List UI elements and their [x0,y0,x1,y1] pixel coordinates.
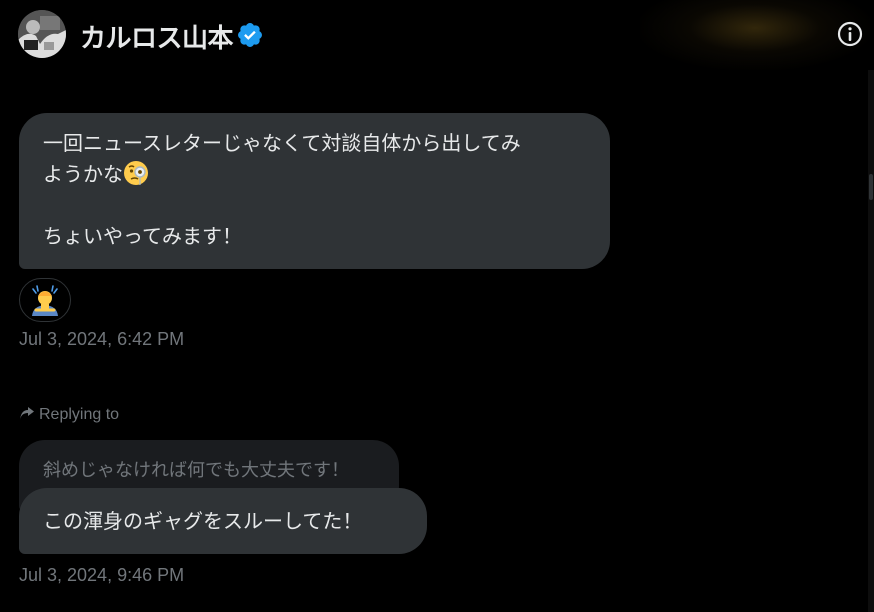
replying-to-text: Replying to [39,406,120,423]
quoted-message-text: 斜めじゃなければ何でも大丈夫です！ [43,460,349,481]
message-text: この渾身のギャグをスルーしてた！ [43,509,363,533]
scrollbar-track[interactable] [868,70,874,612]
verified-badge-icon [238,23,262,47]
message-text-line: ようかな [43,159,586,190]
reply-arrow-icon [20,407,34,420]
avatar[interactable] [18,10,66,58]
conversation-header: カルロス山本 [0,0,874,70]
message-bubble[interactable]: 一回ニュースレターじゃなくて対談自体から出してみ ようかな ちょいやってみます！ [19,113,610,269]
info-icon[interactable] [836,20,864,48]
message-text-line: ちょいやってみます！ [43,224,242,248]
replying-to-label: Replying to [19,406,119,424]
display-name[interactable]: カルロス山本 [80,18,234,55]
message-timestamp: Jul 3, 2024, 6:42 PM [19,329,185,349]
reaction-badge[interactable] [19,278,71,322]
face-with-monocle-emoji [124,161,148,185]
scrollbar-thumb[interactable] [869,174,873,200]
message-timestamp: Jul 3, 2024, 9:46 PM [19,565,185,585]
person-gesturing-frustrated-emoji [32,285,58,316]
message-bubble[interactable]: この渾身のギャグをスルーしてた！ [19,488,427,554]
message-text-line: 一回ニュースレターじゃなくて対談自体から出してみ [43,131,521,155]
message-text-fragment: ようかな [43,162,123,186]
